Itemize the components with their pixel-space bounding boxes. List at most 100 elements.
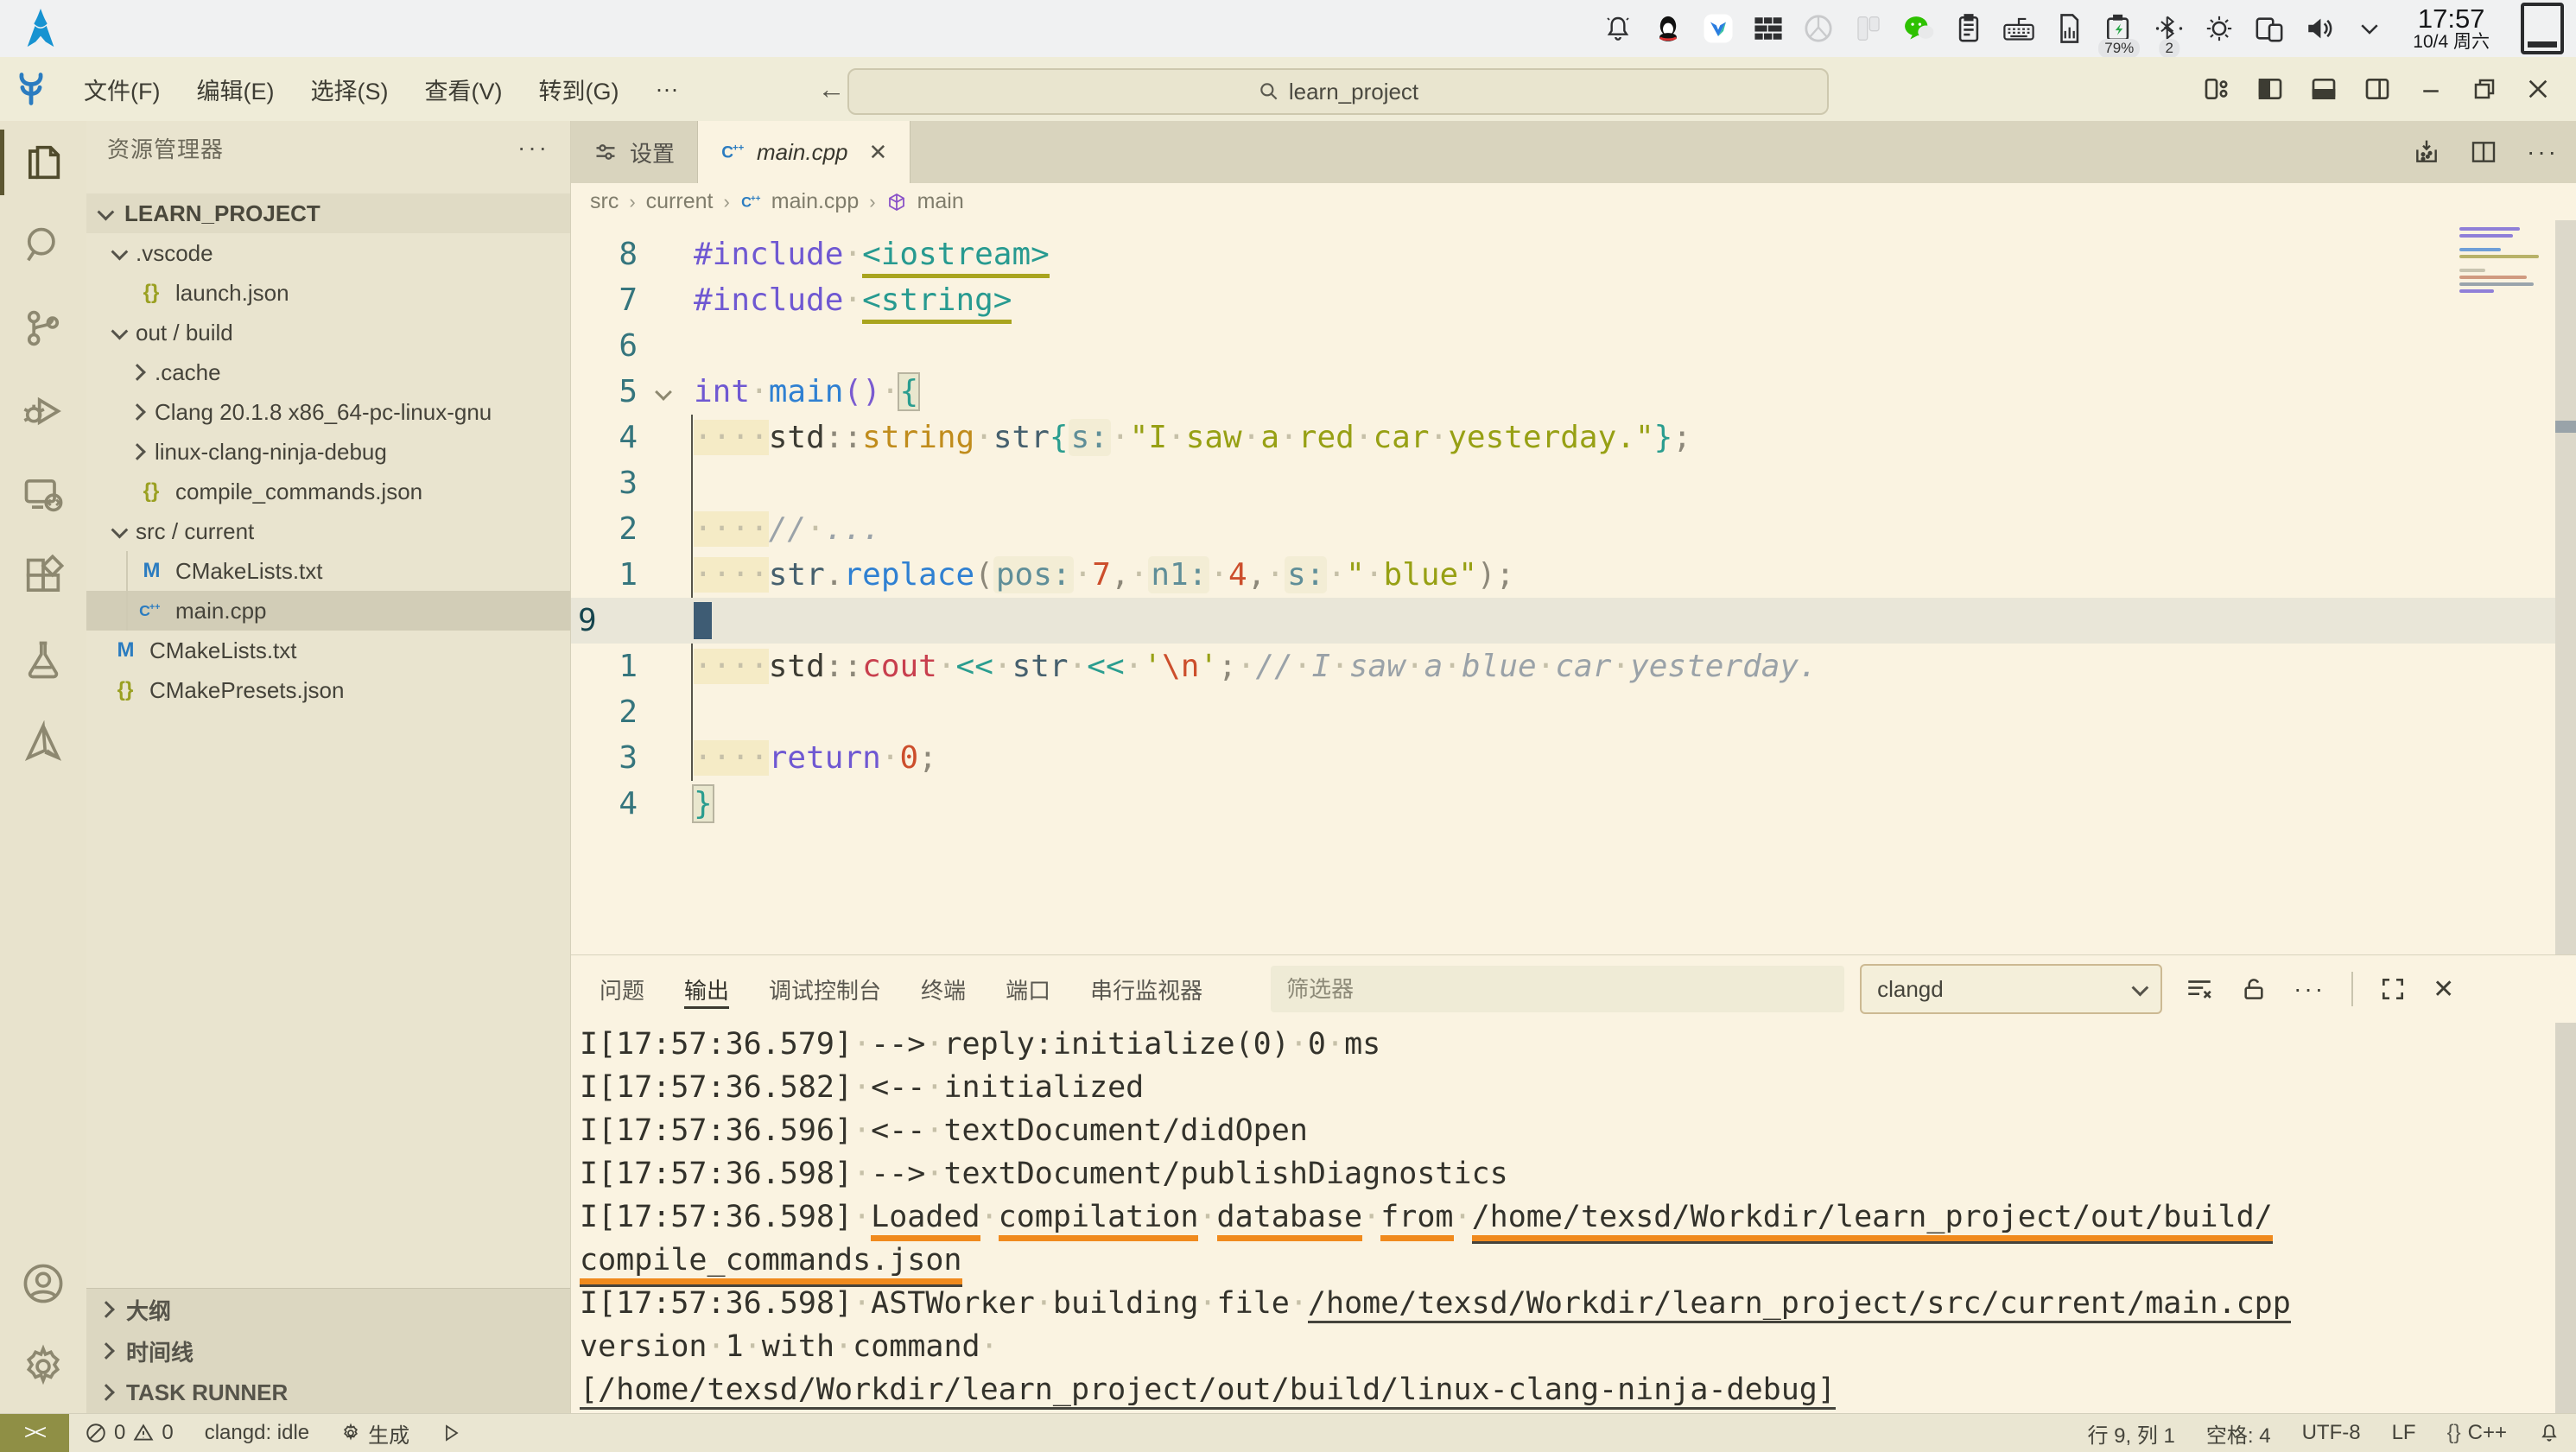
menu-goto[interactable]: 转到(G): [520, 73, 637, 106]
tree-item-launch-json[interactable]: {}launch.json: [86, 273, 570, 313]
extensions-icon[interactable]: [0, 536, 86, 618]
eol-status[interactable]: LF: [2376, 1414, 2432, 1452]
code-line[interactable]: 6: [571, 323, 2555, 369]
tab-settings[interactable]: 设置: [571, 121, 698, 183]
tree-item-out-build[interactable]: out / build: [86, 313, 570, 352]
tree-item-linux-clang-ninja-debug[interactable]: linux-clang-ninja-debug: [86, 432, 570, 472]
clear-output-icon[interactable]: [2185, 974, 2214, 1004]
display-icon[interactable]: [2521, 3, 2564, 54]
cmake-icon[interactable]: [0, 701, 86, 784]
close-panel-icon[interactable]: ✕: [2433, 974, 2454, 1005]
tree-item-src-current[interactable]: src / current: [86, 511, 570, 551]
sim-card-icon[interactable]: [2053, 13, 2084, 44]
cmake-build-button[interactable]: 生成: [325, 1414, 425, 1452]
breadcrumb-symbol[interactable]: main: [917, 189, 964, 214]
panel-tab-串行监视器[interactable]: 串行监视器: [1090, 955, 1202, 1023]
tree-item-cmakelists-txt[interactable]: MCMakeLists.txt: [86, 631, 570, 670]
maximize-panel-icon[interactable]: [2379, 975, 2407, 1003]
encoding-status[interactable]: UTF-8: [2287, 1414, 2376, 1452]
code-line[interactable]: 3: [571, 460, 2555, 506]
toggle-secondary-sidebar-icon[interactable]: [2360, 72, 2395, 106]
search-icon[interactable]: [0, 204, 86, 287]
tree-item-clang-20-1-8-x86-64-pc-linux-gnu[interactable]: Clang 20.1.8 x86_64-pc-linux-gnu: [86, 392, 570, 432]
code-line[interactable]: 1····str.replace(pos:·7,·n1:·4,·s:·"·blu…: [571, 552, 2555, 598]
minimize-icon[interactable]: [2414, 72, 2448, 106]
code-line[interactable]: 7#include·<string>: [571, 277, 2555, 323]
file-path-link[interactable]: /home/texsd/Workdir/learn_project/src/cu…: [1308, 1286, 2291, 1321]
code-line[interactable]: 1····std::cout·<<·str·<<·'\n';·//·I·saw·…: [571, 644, 2555, 689]
close-tab-icon[interactable]: ✕: [869, 139, 888, 166]
code-line[interactable]: 2: [571, 689, 2555, 735]
editor-more-actions-icon[interactable]: ···: [2527, 138, 2559, 166]
taskbar-clock[interactable]: 17:57 10/4 周六: [2413, 5, 2490, 53]
bluetooth-icon[interactable]: 2: [2154, 13, 2185, 44]
split-editor-icon[interactable]: [2470, 138, 2497, 166]
menu-file[interactable]: 文件(F): [66, 73, 178, 106]
output-filter-input[interactable]: [1271, 966, 1844, 1012]
keyboard-icon[interactable]: [2003, 13, 2034, 44]
wechat-icon[interactable]: [1903, 13, 1934, 44]
command-center-search[interactable]: learn_project: [847, 68, 1829, 115]
panel-more-actions-icon[interactable]: ···: [2294, 975, 2325, 1003]
explorer-more-actions-icon[interactable]: ···: [517, 134, 549, 162]
tree-item--cache[interactable]: .cache: [86, 352, 570, 392]
panel-scrollbar[interactable]: [2555, 1023, 2576, 1413]
editor-scrollbar[interactable]: [2555, 220, 2576, 954]
file-path-link[interactable]: [/home/texsd/Workdir/learn_project/out/b…: [580, 1373, 1836, 1407]
language-mode-status[interactable]: {}C++: [2432, 1414, 2522, 1452]
tab-main-cpp[interactable]: C++ main.cpp ✕: [698, 121, 910, 183]
brightness-icon[interactable]: [2204, 13, 2235, 44]
tree-item--vscode[interactable]: .vscode: [86, 233, 570, 273]
volume-icon[interactable]: [2304, 13, 2335, 44]
remote-indicator[interactable]: ><: [0, 1414, 69, 1452]
code-line[interactable]: 4}: [571, 781, 2555, 827]
source-control-icon[interactable]: [0, 287, 86, 370]
tree-item-compile-commands-json[interactable]: {}compile_commands.json: [86, 472, 570, 511]
output-log[interactable]: I[17:57:36.579]·-->·reply:initialize(0)·…: [571, 1023, 2555, 1413]
tree-item-cmakepresets-json[interactable]: {}CMakePresets.json: [86, 670, 570, 710]
panel-tab-终端[interactable]: 终端: [921, 955, 966, 1023]
code-line[interactable]: 4····std::string·str{s:·"I·saw·a·red·car…: [571, 415, 2555, 460]
fold-chevron-icon[interactable]: [655, 384, 672, 401]
section-outline[interactable]: 大纲: [86, 1289, 570, 1330]
toggle-sidebar-icon[interactable]: [2253, 72, 2287, 106]
tree-item-main-cpp[interactable]: C++main.cpp: [86, 591, 570, 631]
settings-gear-icon[interactable]: [0, 1325, 86, 1408]
unlock-icon[interactable]: [2240, 974, 2268, 1004]
qq-icon[interactable]: [1653, 13, 1684, 44]
code-line[interactable]: 3····return·0;: [571, 735, 2555, 781]
breadcrumb-current[interactable]: current: [646, 189, 714, 214]
file-path-link[interactable]: /home/texsd/Workdir/learn_project/out/bu…: [1472, 1200, 2273, 1241]
code-line[interactable]: 9: [571, 598, 2555, 644]
arch-menu-button[interactable]: [21, 7, 60, 50]
archive-download-icon[interactable]: [2413, 138, 2440, 166]
tree-item-cmakelists-txt[interactable]: MCMakeLists.txt: [86, 551, 570, 591]
tree-root-learn-project[interactable]: LEARN_PROJECT: [86, 193, 570, 233]
wall-icon[interactable]: [1753, 13, 1784, 44]
line-col-status[interactable]: 行 9, 列 1: [2072, 1414, 2191, 1452]
panels-icon[interactable]: [1853, 13, 1884, 44]
menu-view[interactable]: 查看(V): [406, 73, 520, 106]
menu-selection[interactable]: 选择(S): [292, 73, 406, 106]
notifications-bell-icon[interactable]: [2522, 1414, 2576, 1452]
menu-more[interactable]: ···: [637, 76, 696, 103]
code-editor[interactable]: 8#include·<iostream>7#include·<string>65…: [571, 220, 2576, 954]
clipboard-icon[interactable]: [1953, 13, 1984, 44]
phone-link-icon[interactable]: [2254, 13, 2285, 44]
toggle-panel-icon[interactable]: [2306, 72, 2341, 106]
panel-tab-输出[interactable]: 输出: [684, 955, 729, 1023]
minimap[interactable]: [2459, 227, 2541, 296]
accounts-icon[interactable]: [0, 1242, 86, 1325]
close-window-icon[interactable]: [2521, 72, 2555, 106]
problems-status[interactable]: 0 0: [69, 1414, 189, 1452]
menu-edit[interactable]: 编辑(E): [178, 73, 292, 106]
code-line[interactable]: 5int·main()·{: [571, 369, 2555, 415]
expand-chevron-icon[interactable]: [2354, 13, 2385, 44]
indent-status[interactable]: 空格: 4: [2191, 1414, 2287, 1452]
section-task-runner[interactable]: TASK RUNNER: [86, 1372, 570, 1413]
code-line[interactable]: 8#include·<iostream>: [571, 231, 2555, 277]
circle-app-icon[interactable]: [1803, 13, 1834, 44]
panel-tab-端口[interactable]: 端口: [1006, 955, 1050, 1023]
panel-tab-问题[interactable]: 问题: [600, 955, 644, 1023]
panel-tab-调试控制台[interactable]: 调试控制台: [769, 955, 881, 1023]
